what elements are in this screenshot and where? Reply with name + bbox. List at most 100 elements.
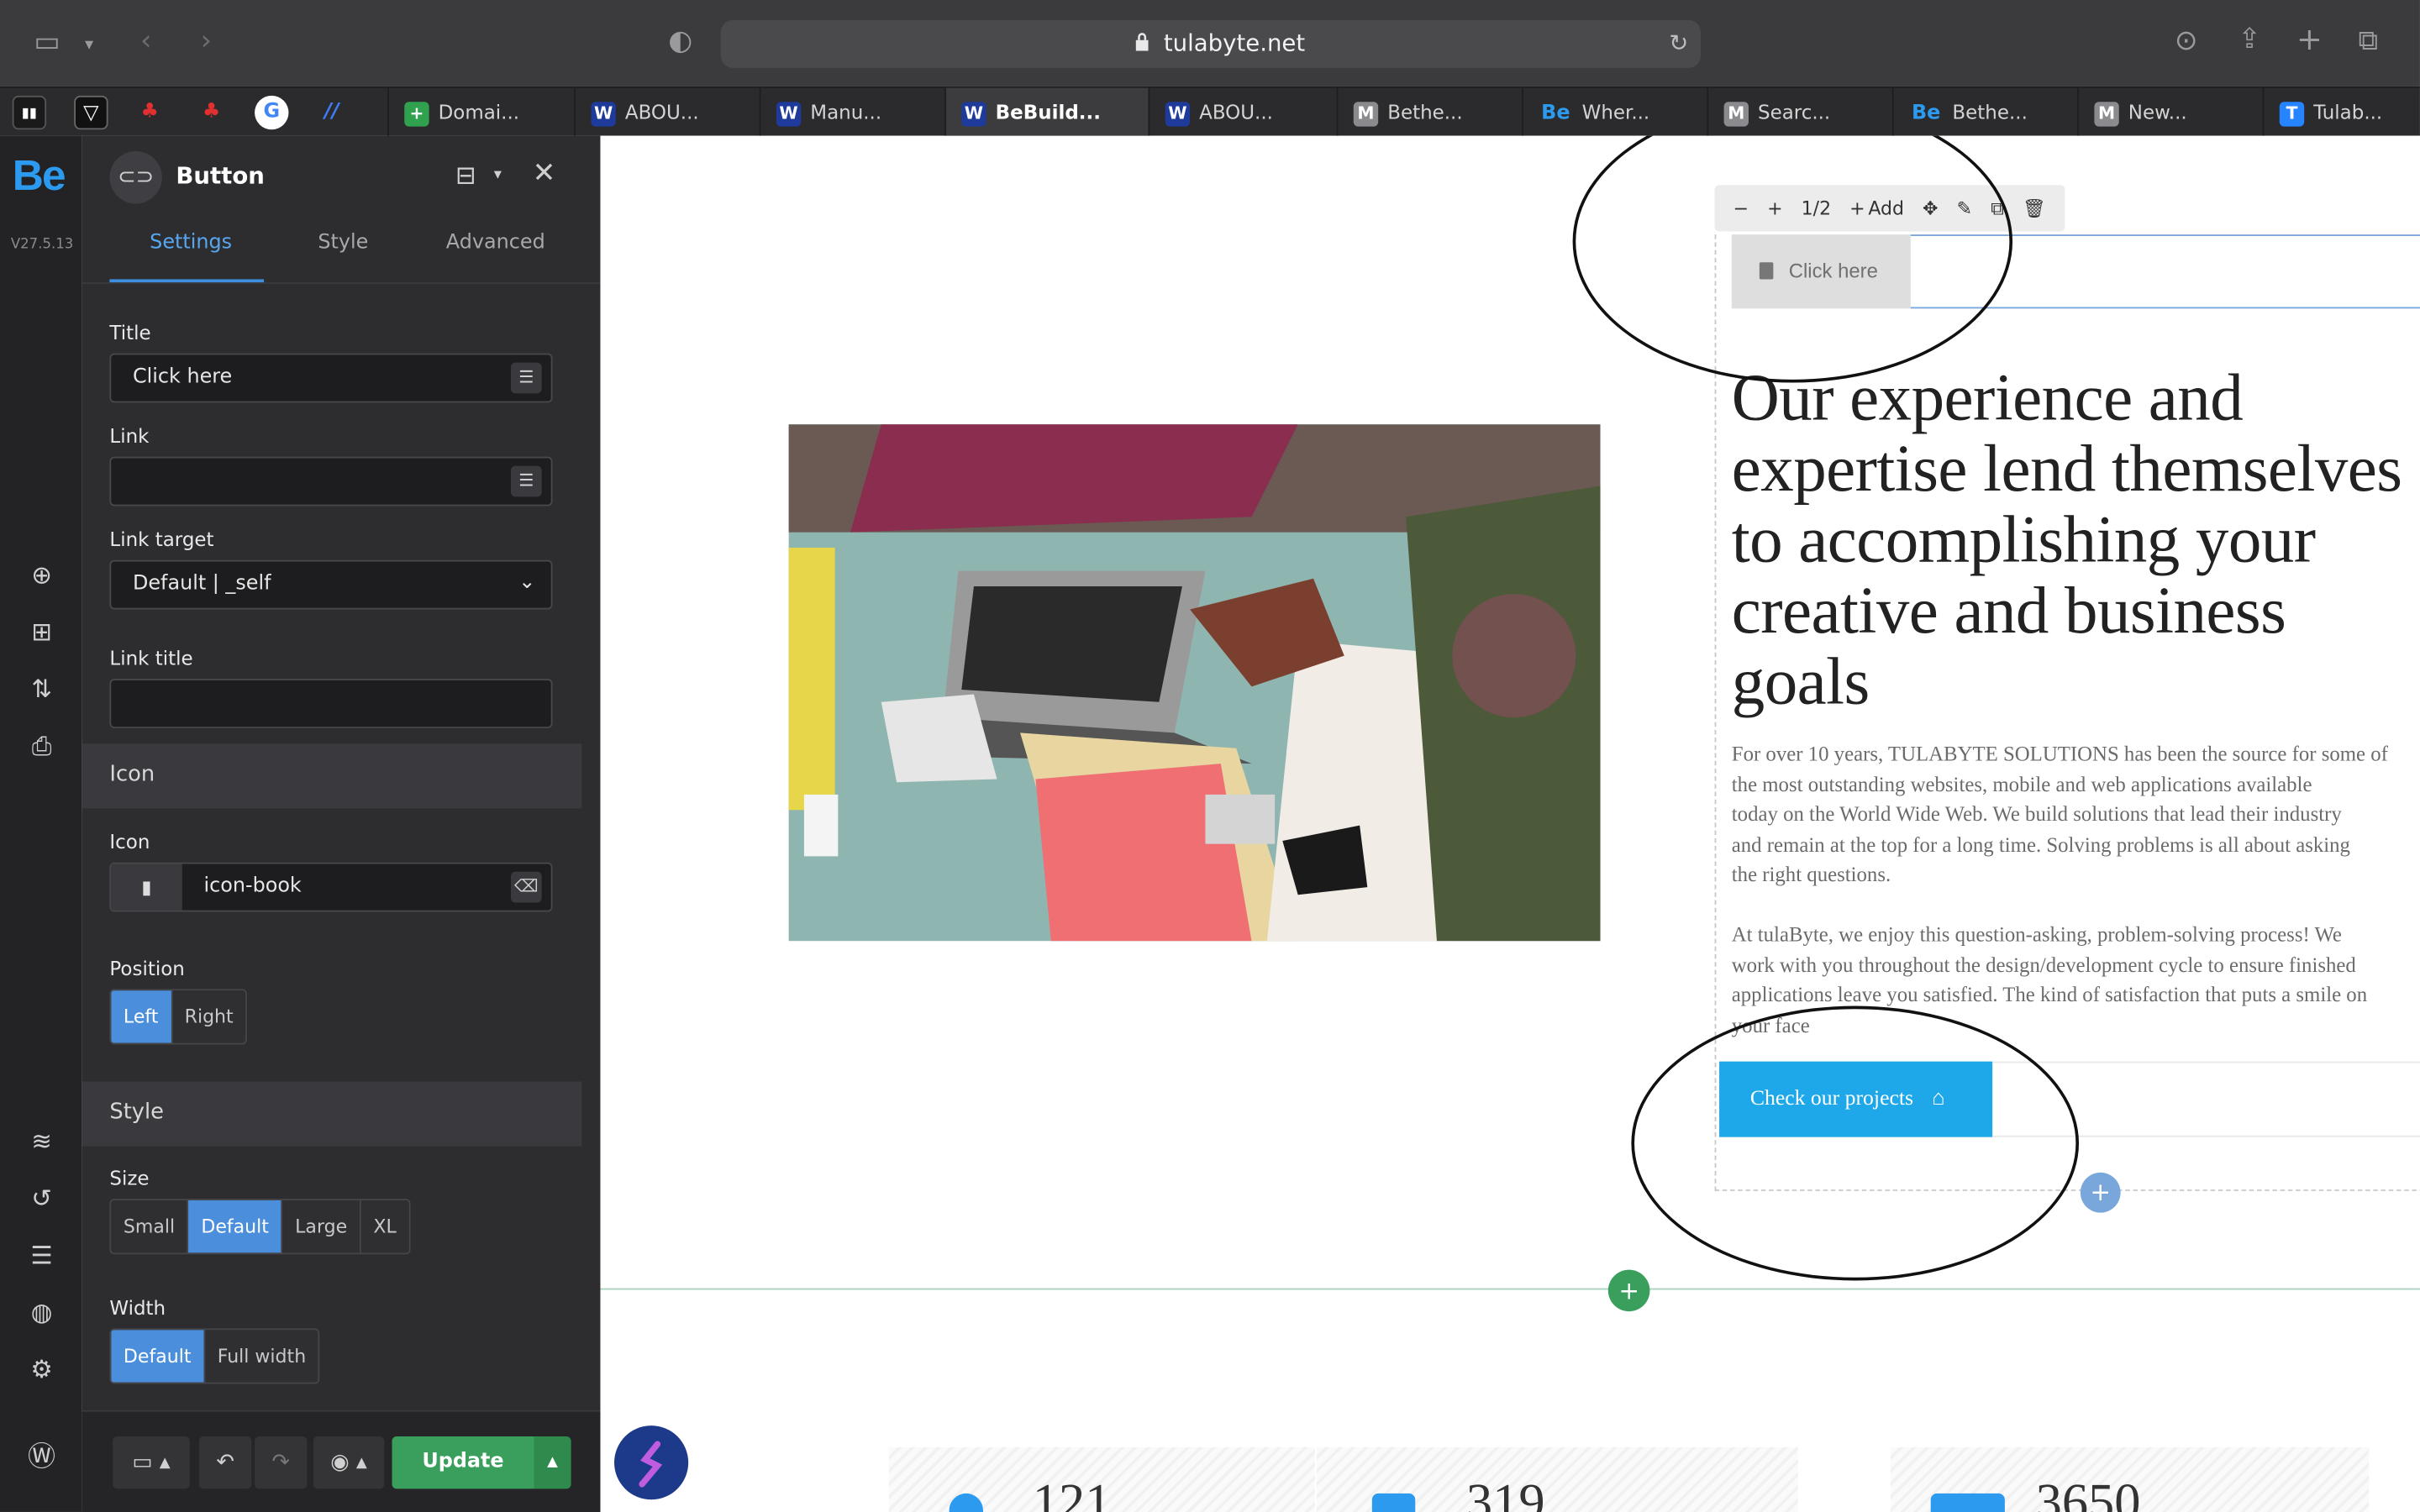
chat-widget-button[interactable] bbox=[614, 1425, 689, 1500]
browser-tab[interactable]: Be Wher... bbox=[1521, 87, 1707, 138]
gear-icon[interactable]: ⚙ bbox=[24, 1353, 58, 1387]
style-section-header[interactable]: Style bbox=[82, 1081, 582, 1147]
templates-icon[interactable]: ⎙ bbox=[24, 730, 58, 764]
trash-icon[interactable]: 🗑 bbox=[2023, 197, 2046, 219]
tab-label: Bethe... bbox=[1952, 100, 2028, 123]
sliders-icon[interactable]: ☰ bbox=[24, 1239, 58, 1273]
pinned-tab-6[interactable]: // bbox=[315, 96, 349, 129]
position-right[interactable]: Right bbox=[171, 990, 246, 1043]
link-label: Link bbox=[109, 424, 150, 448]
presets-icon[interactable]: ⊟ bbox=[455, 160, 476, 190]
browser-tab[interactable]: W ABOU... bbox=[574, 87, 759, 138]
link-title-field[interactable] bbox=[109, 679, 553, 728]
browser-tab[interactable]: Be Bethe... bbox=[1891, 87, 2077, 138]
page-canvas: − + 1/2 + Add ✥ ✎ ⧉ 🗑 Click here Our exp… bbox=[600, 135, 2420, 1512]
panel-footer: ▭ ▴ ↶ ↷ ◉ ▴ Update ▲ bbox=[82, 1410, 601, 1512]
builder-rail: Be V27.5.13 ⊕ ⊞ ⇅ ⎙ ≋ ↺ ☰ ◍ ⚙ Ⓦ bbox=[0, 135, 82, 1512]
icon-value: icon-book bbox=[203, 874, 302, 898]
tab-label: Searc... bbox=[1758, 100, 1831, 123]
title-field[interactable]: Click here ☰ bbox=[109, 353, 553, 403]
browser-tab[interactable]: M New... bbox=[2077, 87, 2262, 138]
layers-icon[interactable]: ≋ bbox=[24, 1125, 58, 1158]
heading-line: to accomplishing your bbox=[1731, 504, 2316, 577]
tab-style[interactable]: Style bbox=[318, 232, 368, 255]
back-icon[interactable]: ‹ bbox=[140, 27, 151, 55]
downloads-icon[interactable]: ⊙ bbox=[2175, 27, 2198, 55]
database-icon[interactable]: ☰ bbox=[510, 362, 542, 394]
tab-label: BeBuild... bbox=[995, 100, 1101, 123]
share-icon[interactable]: ⇪ bbox=[2238, 25, 2261, 54]
width-default[interactable]: Default bbox=[111, 1330, 206, 1383]
browser-tab[interactable]: W ABOU... bbox=[1148, 87, 1337, 138]
icon-field[interactable]: ▮ icon-book ⌫ bbox=[109, 862, 553, 912]
betheme-logo: Be bbox=[12, 150, 66, 199]
forward-icon[interactable]: › bbox=[201, 27, 212, 55]
car-icon bbox=[1371, 1493, 1416, 1512]
tab-favicon: W bbox=[1165, 101, 1191, 126]
add-section-icon[interactable]: ⊞ bbox=[24, 616, 58, 649]
preview-icon[interactable]: ◉ ▴ bbox=[313, 1436, 385, 1489]
browser-tab[interactable]: + Domai... bbox=[387, 87, 572, 138]
tab-label: Bethe... bbox=[1387, 100, 1463, 123]
tab-advanced[interactable]: Advanced bbox=[446, 232, 545, 255]
tab-label: ABOU... bbox=[1199, 100, 1273, 123]
link-title-label: Link title bbox=[109, 646, 193, 670]
position-label: Position bbox=[109, 956, 185, 980]
icon-label: Icon bbox=[109, 830, 150, 853]
browser-tab[interactable]: W Manu... bbox=[759, 87, 944, 138]
sort-icon[interactable]: ⇅ bbox=[24, 673, 58, 706]
device-preview-button[interactable]: ▭ ▴ bbox=[113, 1436, 190, 1489]
position-left[interactable]: Left bbox=[111, 990, 172, 1043]
browser-tab[interactable]: M Searc... bbox=[1707, 87, 1891, 138]
trash-icon[interactable]: ⌫ bbox=[510, 871, 542, 903]
link-target-select[interactable]: Default | _self ⌄ bbox=[109, 559, 553, 610]
database-icon[interactable]: ☰ bbox=[510, 465, 542, 497]
pinned-tab-1[interactable]: ▮▮ bbox=[12, 95, 47, 130]
icon-section-title: Icon bbox=[109, 762, 155, 787]
add-element-button[interactable]: + bbox=[2080, 1172, 2121, 1213]
pinned-tab-google[interactable]: G bbox=[255, 95, 289, 130]
browser-tab[interactable]: T Tulab... bbox=[2262, 87, 2420, 138]
sidebar-toggle-icon[interactable]: ▭ bbox=[34, 29, 60, 57]
tab-overview-icon[interactable]: ⧉ bbox=[2358, 27, 2378, 55]
reload-icon[interactable]: ↻ bbox=[1669, 29, 1688, 57]
version-label: V27.5.13 bbox=[10, 237, 74, 254]
close-icon[interactable]: ✕ bbox=[533, 157, 556, 190]
tab-favicon: Be bbox=[1539, 101, 1573, 126]
add-section-button[interactable]: + bbox=[1607, 1269, 1650, 1312]
book-icon[interactable]: ▮ bbox=[111, 864, 182, 911]
tab-favicon: M bbox=[2094, 101, 2119, 126]
update-button[interactable]: Update bbox=[392, 1436, 534, 1489]
section-divider bbox=[600, 1288, 2420, 1290]
new-tab-icon[interactable]: + bbox=[2296, 24, 2323, 55]
panel-title: Button bbox=[176, 161, 265, 190]
address-bar[interactable]: tulabyte.net ↻ bbox=[720, 19, 1702, 68]
browser-tab[interactable]: W BeBuild... bbox=[944, 87, 1149, 138]
heading-line: expertise lend themselves bbox=[1731, 433, 2402, 507]
chevron-down-icon[interactable]: ▾ bbox=[494, 166, 502, 183]
update-dropdown-button[interactable]: ▲ bbox=[534, 1436, 571, 1489]
chevron-down-icon[interactable]: ▾ bbox=[85, 31, 93, 59]
pinned-tab-4[interactable]: ♣ bbox=[194, 96, 228, 129]
tab-label: Wher... bbox=[1581, 100, 1650, 123]
size-large[interactable]: Large bbox=[282, 1200, 361, 1253]
size-small[interactable]: Small bbox=[111, 1200, 189, 1253]
icon-section-header[interactable]: Icon bbox=[82, 743, 582, 809]
globe-icon[interactable]: ◍ bbox=[24, 1296, 58, 1330]
undo-icon[interactable]: ↶ bbox=[198, 1436, 252, 1489]
pinned-tab-3[interactable]: ♣ bbox=[133, 96, 166, 129]
lock-icon bbox=[1135, 33, 1149, 51]
redo-icon[interactable]: ↷ bbox=[255, 1436, 308, 1489]
pinned-tab-2[interactable]: ▽ bbox=[74, 95, 108, 130]
history-icon[interactable]: ↺ bbox=[24, 1182, 58, 1215]
browser-tab[interactable]: M Bethe... bbox=[1336, 87, 1522, 138]
size-xl[interactable]: XL bbox=[360, 1200, 409, 1253]
add-element-icon[interactable]: ⊕ bbox=[24, 559, 58, 592]
stat-value: 121 bbox=[1032, 1474, 1112, 1512]
link-field[interactable]: ☰ bbox=[109, 456, 553, 507]
tab-settings[interactable]: Settings bbox=[150, 232, 232, 255]
width-full[interactable]: Full width bbox=[205, 1330, 318, 1383]
shield-icon[interactable]: ◐ bbox=[668, 27, 692, 55]
size-default[interactable]: Default bbox=[188, 1200, 283, 1253]
wordpress-icon[interactable]: Ⓦ bbox=[24, 1441, 58, 1474]
